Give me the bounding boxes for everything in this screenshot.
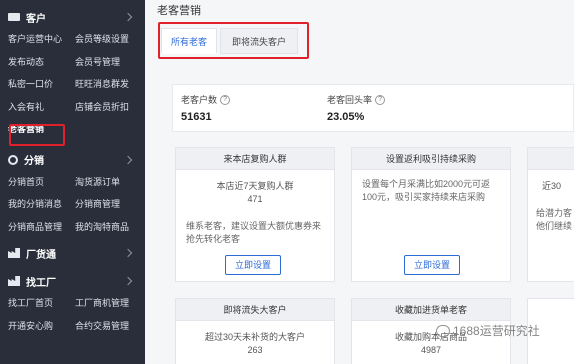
sidebar-section-find-factory[interactable]: 找工厂 (0, 270, 145, 292)
card-title: 设置返利吸引持续采购 (352, 148, 510, 170)
highlight-box-sidebar (9, 124, 65, 146)
card-churning-big-customers: 即将流失大客户 超过30天未补货的大客户 263 (175, 298, 335, 364)
wechat-icon (436, 324, 450, 337)
card-line: 本店近7天复购人群 (216, 181, 294, 191)
chevron-right-icon (123, 155, 133, 164)
sidebar-item[interactable]: 我的分销消息 (0, 193, 67, 216)
stat-value: 23.05% (327, 111, 365, 123)
stat-return-rate: 老客回头率? 23.05% (327, 93, 386, 123)
sidebar: 客户 客户运营中心 会员等级设置 发布动态 会员号管理 私密一口价 旺旺消息群发… (0, 0, 145, 364)
setup-now-button[interactable]: 立即设置 (404, 255, 460, 275)
sidebar-item[interactable]: 工厂商机管理 (67, 292, 145, 315)
sidebar-section-distribution[interactable]: 分销 (0, 149, 145, 171)
setup-now-button[interactable]: 立即设置 (225, 255, 281, 275)
card-line: 超过30天未补货的大客户 (204, 332, 305, 342)
card-title: 来本店复购人群 (176, 148, 334, 170)
folder-icon (8, 13, 20, 21)
sidebar-item[interactable]: 分销首页 (0, 171, 67, 194)
card-title: 收藏加进货单老客 (352, 299, 510, 321)
sidebar-item[interactable]: 会员等级设置 (67, 28, 145, 51)
sidebar-item[interactable]: 分销商品管理 (0, 216, 67, 239)
factory-icon (8, 276, 20, 286)
stats-panel: 老客户数? 51631 老客回头率? 23.05% (172, 84, 574, 132)
card-line: 近30 (542, 181, 562, 191)
sidebar-item[interactable]: 入会有礼 (0, 96, 67, 119)
card-partial: 近30 给潜力客他们继续 (527, 147, 574, 282)
sidebar-distribution-items: 分销首页 淘货源订单 我的分销消息 分销商管理 分销商品管理 我的淘特商品 (0, 171, 145, 239)
sidebar-section-label: 客户 (26, 13, 46, 25)
sidebar-item[interactable]: 旺旺消息群发 (67, 73, 145, 96)
card-count: 263 (247, 345, 263, 355)
tab-all-old-customers[interactable]: 所有老客 (161, 28, 217, 54)
help-icon[interactable]: ? (375, 94, 386, 105)
card-title (528, 148, 574, 170)
sidebar-item[interactable]: 淘货源订单 (67, 171, 145, 194)
tab-churning-customers[interactable]: 即将流失客户 (220, 28, 298, 54)
sidebar-item[interactable]: 分销商管理 (67, 193, 145, 216)
sidebar-item[interactable]: 店铺会员折扣 (67, 96, 145, 119)
distribution-icon (8, 154, 18, 165)
sidebar-section-factory-goods[interactable]: 厂货通 (0, 242, 145, 264)
sidebar-item[interactable]: 开通安心购 (0, 315, 67, 338)
card-title: 即将流失大客户 (176, 299, 334, 321)
stat-value: 51631 (181, 111, 212, 123)
sidebar-item[interactable]: 我的淘特商品 (67, 216, 145, 239)
sidebar-factory-items: 找工厂首页 工厂商机管理 开通安心购 合约交易管理 (0, 292, 145, 337)
watermark-text: 1688运营研究社 (453, 324, 540, 338)
stat-label: 老客回头率 (327, 95, 373, 105)
sidebar-item[interactable]: 合约交易管理 (67, 315, 145, 338)
sidebar-item[interactable]: 发布动态 (0, 51, 67, 74)
card-description: 设置每个月采满比如2000元可返100元，吸引买家持续来店采购 (362, 179, 491, 202)
card-description: 给潜力客他们继续 (536, 208, 573, 231)
sidebar-item[interactable]: 私密一口价 (0, 73, 67, 96)
sidebar-section-label: 分销 (24, 156, 44, 167)
card-count: 471 (247, 194, 263, 204)
stat-label: 老客户数 (181, 95, 218, 105)
stat-old-customer-count: 老客户数? 51631 (181, 93, 231, 123)
card-description: 维系老客，建议设置大额优惠券来抢先转化老客 (186, 221, 322, 244)
help-icon[interactable]: ? (220, 94, 231, 105)
chevron-right-icon (123, 248, 133, 258)
factory-icon (8, 248, 20, 258)
chevron-right-icon (123, 12, 133, 22)
sidebar-section-label: 厂货通 (26, 249, 56, 261)
chevron-right-icon (123, 276, 133, 286)
sidebar-item[interactable]: 客户运营中心 (0, 28, 67, 51)
sidebar-section-label: 找工厂 (26, 277, 56, 289)
sidebar-section-customers[interactable]: 客户 (0, 6, 145, 28)
page-title: 老客营销 (157, 5, 201, 17)
sidebar-item[interactable]: 找工厂首页 (0, 292, 67, 315)
card-count: 4987 (420, 345, 442, 355)
watermark: 1688运营研究社 (436, 322, 540, 339)
sidebar-item[interactable]: 会员号管理 (67, 51, 145, 74)
